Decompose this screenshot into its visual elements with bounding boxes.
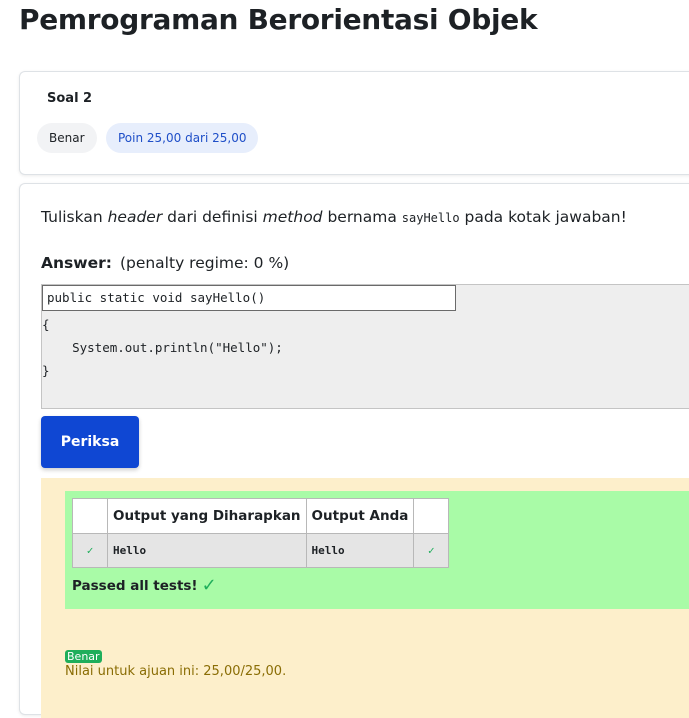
table-row: ✓ Hello Hello ✓ — [72, 533, 450, 568]
grade-summary: Nilai untuk ajuan ini: 25,00/25,00. — [65, 664, 287, 679]
header-status-2 — [413, 498, 450, 534]
header-status — [72, 498, 108, 534]
got-cell: Hello — [305, 533, 415, 568]
results-header-row: Output yang Diharapkan Output Anda — [72, 498, 450, 534]
correct-badge: Benar — [65, 650, 102, 663]
question-info-card: Soal 2 Benar Poin 25,00 dari 25,00 — [19, 71, 689, 175]
question-text: Tuliskan header dari definisi method ber… — [41, 208, 627, 226]
test-results: Output yang Diharapkan Output Anda ✓ Hel… — [65, 491, 689, 609]
header-expected: Output yang Diharapkan — [107, 498, 307, 534]
feedback-panel: Output yang Diharapkan Output Anda ✓ Hel… — [41, 478, 689, 718]
header-got: Output Anda — [305, 498, 415, 534]
expected-cell: Hello — [107, 533, 307, 568]
code-answer-area: public static void sayHello() { System.o… — [41, 284, 689, 409]
check-icon: ✓ — [72, 533, 108, 568]
code-line-body: System.out.println("Hello"); — [42, 340, 283, 355]
code-line-open-brace: { — [42, 317, 50, 332]
check-button[interactable]: Periksa — [41, 416, 139, 468]
results-table: Output yang Diharapkan Output Anda ✓ Hel… — [72, 498, 450, 568]
penalty-text: (penalty regime: 0 %) — [119, 254, 290, 272]
check-icon: ✓ — [413, 533, 450, 568]
question-content-card: Tuliskan header dari definisi method ber… — [19, 183, 689, 718]
method-header-input[interactable]: public static void sayHello() — [42, 285, 456, 311]
passed-message: Passed all tests! ✓ — [72, 575, 217, 596]
page-title: Pemrograman Berorientasi Objek — [19, 3, 538, 36]
code-line-close-brace: } — [42, 363, 50, 378]
answer-label: Answer: (penalty regime: 0 %) — [41, 254, 290, 272]
state-badge: Benar — [37, 123, 97, 153]
check-icon: ✓ — [201, 575, 217, 596]
question-number: Soal 2 — [47, 91, 93, 106]
grade-badge: Poin 25,00 dari 25,00 — [106, 123, 259, 153]
